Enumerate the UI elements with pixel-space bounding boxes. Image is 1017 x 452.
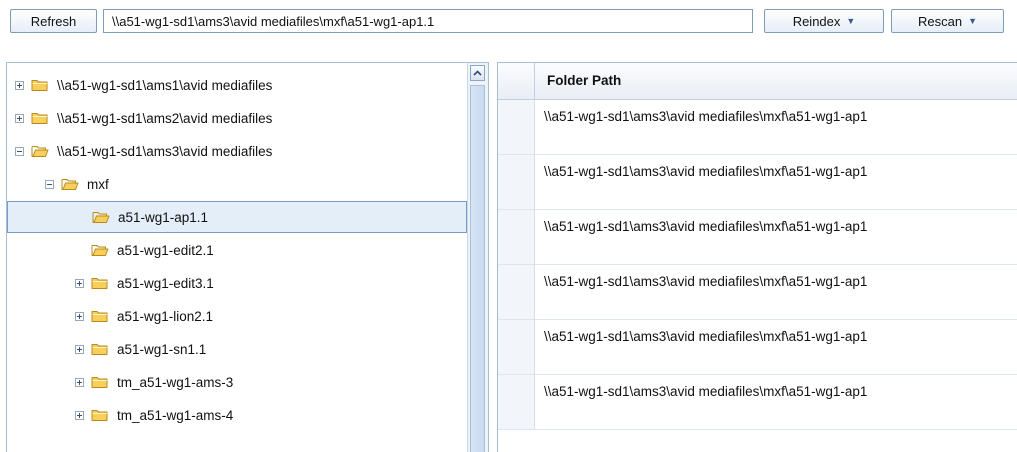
- grid-header: Folder Path: [498, 63, 1017, 100]
- tree-item-label: a51-wg1-edit3.1: [117, 275, 214, 291]
- tree-item[interactable]: tm_a51-wg1-ams-4: [7, 399, 467, 431]
- folder-icon: [91, 278, 108, 289]
- tree-item-label: a51-wg1-lion2.1: [117, 308, 214, 324]
- folder-icon: [91, 410, 108, 421]
- folder-path-cell: \\a51-wg1-sd1\ams3\avid mediafiles\mxf\a…: [544, 109, 868, 124]
- column-header-folder-path[interactable]: Folder Path: [547, 63, 621, 99]
- row-header-cell[interactable]: [498, 320, 535, 374]
- collapse-icon[interactable]: [15, 146, 24, 156]
- folder-icon: [31, 80, 48, 91]
- tree-item[interactable]: a51-wg1-edit2.1: [7, 234, 467, 266]
- folder-open-icon: [61, 179, 79, 190]
- row-header-cell[interactable]: [498, 100, 535, 154]
- rescan-dropdown-button[interactable]: Rescan ▼: [891, 9, 1004, 33]
- tree-item[interactable]: \\a51-wg1-sd1\ams2\avid mediafiles: [7, 102, 467, 134]
- folder-path-cell: \\a51-wg1-sd1\ams3\avid mediafiles\mxf\a…: [544, 329, 868, 344]
- row-header-cell[interactable]: [498, 155, 535, 209]
- tree-item[interactable]: a51-wg1-sn1.1: [7, 333, 467, 365]
- folder-open-icon: [91, 245, 109, 256]
- folder-path-cell: \\a51-wg1-sd1\ams3\avid mediafiles\mxf\a…: [544, 164, 868, 179]
- tree-item-label: tm_a51-wg1-ams-3: [117, 374, 234, 390]
- expand-icon[interactable]: [75, 377, 84, 387]
- folder-path-cell: \\a51-wg1-sd1\ams3\avid mediafiles\mxf\a…: [544, 274, 868, 289]
- table-row[interactable]: \\a51-wg1-sd1\ams3\avid mediafiles\mxf\a…: [498, 100, 1017, 155]
- refresh-label: Refresh: [30, 13, 77, 29]
- grid-corner-cell: [498, 63, 535, 99]
- tree-scrollbar[interactable]: [467, 63, 488, 452]
- expand-icon[interactable]: [75, 410, 84, 420]
- table-row[interactable]: \\a51-wg1-sd1\ams3\avid mediafiles\mxf\a…: [498, 320, 1017, 375]
- chevron-up-icon: [473, 70, 482, 76]
- expand-icon[interactable]: [15, 80, 24, 90]
- tree-item-label: a51-wg1-ap1.1: [118, 209, 209, 225]
- collapse-icon[interactable]: [45, 179, 54, 189]
- table-row[interactable]: \\a51-wg1-sd1\ams3\avid mediafiles\mxf\a…: [498, 375, 1017, 430]
- folder-grid-panel: Folder Path \\a51-wg1-sd1\ams3\avid medi…: [497, 62, 1017, 452]
- folder-icon: [91, 311, 108, 322]
- scroll-up-button[interactable]: [470, 65, 485, 81]
- tree-item-label: tm_a51-wg1-ams-4: [117, 407, 234, 423]
- tree-item[interactable]: a51-wg1-ap1.1: [7, 201, 467, 233]
- folder-open-icon: [92, 212, 110, 223]
- row-header-cell[interactable]: [498, 375, 535, 429]
- row-header-cell[interactable]: [498, 265, 535, 319]
- reindex-label: Reindex: [792, 13, 841, 29]
- refresh-button[interactable]: Refresh: [10, 9, 97, 33]
- chevron-down-icon: ▼: [846, 16, 856, 26]
- expand-icon[interactable]: [75, 278, 84, 288]
- tree-item-label: \\a51-wg1-sd1\ams2\avid mediafiles: [57, 110, 273, 126]
- tree-item-label: a51-wg1-sn1.1: [117, 341, 207, 357]
- tree-item-label: a51-wg1-edit2.1: [117, 242, 214, 258]
- scroll-thumb[interactable]: [470, 85, 485, 452]
- toolbar: Refresh Reindex ▼ Rescan ▼: [0, 0, 1017, 50]
- table-row[interactable]: \\a51-wg1-sd1\ams3\avid mediafiles\mxf\a…: [498, 265, 1017, 320]
- folder-icon: [31, 113, 48, 124]
- folder-icon: [91, 377, 108, 388]
- tree-item-label: mxf: [87, 176, 109, 192]
- folder-open-icon: [31, 146, 49, 157]
- expand-icon[interactable]: [75, 344, 84, 354]
- table-row[interactable]: \\a51-wg1-sd1\ams3\avid mediafiles\mxf\a…: [498, 155, 1017, 210]
- chevron-down-icon: ▼: [968, 16, 977, 26]
- tree-item-label: \\a51-wg1-sd1\ams3\avid mediafiles: [57, 143, 273, 159]
- path-input[interactable]: [103, 9, 753, 33]
- expand-icon[interactable]: [15, 113, 24, 123]
- rescan-label: Rescan: [918, 13, 963, 29]
- folder-tree-panel: \\a51-wg1-sd1\ams1\avid mediafiles \\a51-…: [6, 62, 489, 452]
- tree-item[interactable]: a51-wg1-lion2.1: [7, 300, 467, 332]
- tree-item[interactable]: tm_a51-wg1-ams-3: [7, 366, 467, 398]
- reindex-dropdown-button[interactable]: Reindex ▼: [764, 9, 884, 33]
- tree-item[interactable]: a51-wg1-edit3.1: [7, 267, 467, 299]
- folder-path-cell: \\a51-wg1-sd1\ams3\avid mediafiles\mxf\a…: [544, 219, 868, 234]
- folder-icon: [91, 344, 108, 355]
- tree-item[interactable]: \\a51-wg1-sd1\ams1\avid mediafiles: [7, 69, 467, 101]
- tree-item-label: \\a51-wg1-sd1\ams1\avid mediafiles: [57, 77, 273, 93]
- folder-path-cell: \\a51-wg1-sd1\ams3\avid mediafiles\mxf\a…: [544, 384, 868, 399]
- tree-item[interactable]: mxf: [7, 168, 467, 200]
- row-header-cell[interactable]: [498, 210, 535, 264]
- tree-item[interactable]: \\a51-wg1-sd1\ams3\avid mediafiles: [7, 135, 467, 167]
- table-row[interactable]: \\a51-wg1-sd1\ams3\avid mediafiles\mxf\a…: [498, 210, 1017, 265]
- expand-icon[interactable]: [75, 311, 84, 321]
